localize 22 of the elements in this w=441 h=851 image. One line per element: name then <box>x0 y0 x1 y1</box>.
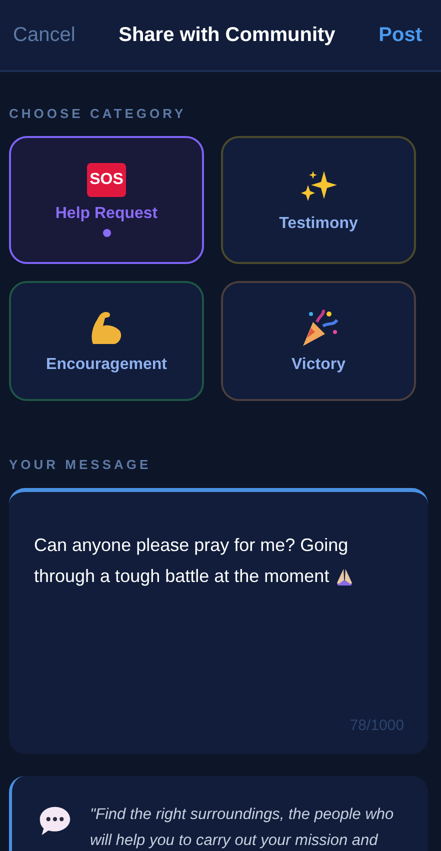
category-label: Testimony <box>279 215 358 233</box>
message-text: Can anyone please pray for me? Going <box>34 534 348 557</box>
category-card[interactable]: Encouragement <box>9 281 204 401</box>
selected-dot <box>102 229 110 237</box>
screen-title: Share with Community <box>118 24 336 46</box>
character-counter: 78/1000 <box>350 717 404 734</box>
category-label: Help Request <box>55 205 158 223</box>
sos-icon: SOS <box>86 163 126 197</box>
category-label: Victory <box>292 356 346 374</box>
speech-bubble-icon <box>38 804 72 838</box>
category-card[interactable]: Victory <box>221 281 416 401</box>
quote-text: "Find the right surroundings, the people who will help you to carry out your mission and <box>90 805 395 851</box>
category-card[interactable]: Testimony <box>221 136 416 264</box>
section-label: YOUR MESSAGE <box>9 457 152 472</box>
category-card[interactable]: SOS Help Request <box>9 136 204 264</box>
section-label: CHOOSE CATEGORY <box>9 106 188 121</box>
post-button[interactable]: Post <box>378 24 422 46</box>
message-field[interactable]: Can anyone please pray for me? Going through a tough battle at the moment 78/1000 <box>9 488 428 754</box>
praying-hands-icon <box>335 567 354 586</box>
category-label: Encouragement <box>46 356 167 374</box>
cancel-button[interactable]: Cancel <box>13 24 76 46</box>
message-text: through a tough battle at the moment <box>34 565 330 588</box>
